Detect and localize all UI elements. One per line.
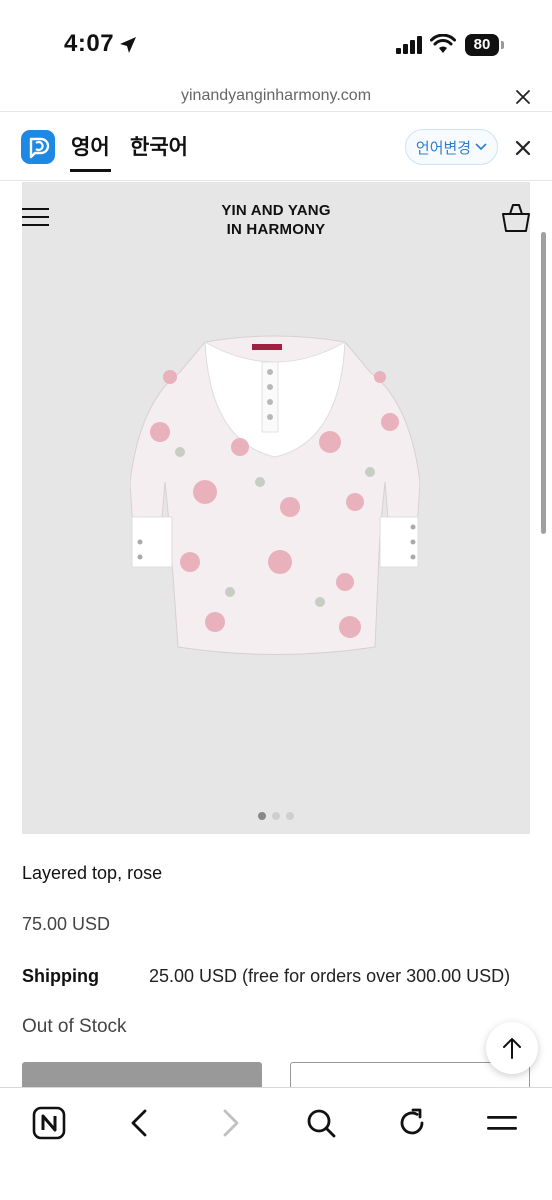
battery-level: 80: [465, 34, 499, 56]
chevron-down-icon: [475, 143, 487, 151]
brand-line-2: IN HARMONY: [226, 221, 326, 238]
change-language-button[interactable]: 언어변경: [405, 129, 498, 165]
cellular-signal-icon: [396, 36, 422, 54]
product-title: Layered top, rose: [22, 863, 163, 883]
active-tab-underline: [70, 169, 111, 172]
arrow-up-icon: [503, 1038, 521, 1059]
brand-logo[interactable]: YIN AND YANG IN HARMONY: [0, 201, 552, 239]
product-price: 75.00 USD: [22, 914, 111, 934]
product-photo: [130, 335, 420, 655]
url-text[interactable]: yinandyanginharmony.com: [0, 87, 552, 105]
status-time: 4:07: [64, 30, 115, 57]
url-bar[interactable]: yinandyanginharmony.com: [0, 84, 552, 112]
change-language-label: 언어변경: [415, 139, 472, 157]
carousel-dot[interactable]: [258, 812, 266, 820]
status-bar: 4:07 80: [0, 0, 552, 84]
search-icon[interactable]: [304, 1106, 338, 1140]
brand-line-1: YIN AND YANG: [221, 202, 331, 219]
tab-source-language[interactable]: 영어: [71, 131, 110, 161]
scrollbar[interactable]: [541, 232, 546, 534]
wifi-icon: [430, 34, 456, 53]
carousel-pagination: [22, 812, 530, 820]
stock-status: Out of Stock: [22, 1016, 127, 1037]
shipping-value: 25.00 USD (free for orders over 300.00 U…: [149, 966, 511, 986]
tab-target-language[interactable]: 한국어: [130, 131, 188, 161]
carousel-dot[interactable]: [286, 812, 294, 820]
naver-home-icon[interactable]: [32, 1106, 66, 1140]
scroll-to-top-button[interactable]: [486, 1022, 538, 1074]
forward-icon[interactable]: [213, 1106, 247, 1140]
back-icon[interactable]: [123, 1106, 157, 1140]
close-icon[interactable]: [514, 139, 532, 157]
refresh-icon[interactable]: [395, 1106, 429, 1140]
papago-translate-icon[interactable]: [21, 130, 55, 164]
shipping-label: Shipping: [22, 966, 99, 986]
menu-icon[interactable]: [485, 1106, 519, 1140]
site-header: YIN AND YANG IN HARMONY: [0, 182, 552, 252]
location-arrow-icon: [120, 37, 136, 53]
carousel-dot[interactable]: [272, 812, 280, 820]
product-image-carousel[interactable]: [22, 182, 530, 834]
browser-toolbar: [0, 1087, 552, 1200]
battery-tip: [501, 41, 504, 49]
battery-indicator: 80: [465, 34, 505, 56]
translate-bar: 영어 한국어 언어변경: [0, 113, 552, 181]
shopping-basket-icon[interactable]: [500, 202, 532, 234]
close-icon[interactable]: [514, 88, 532, 106]
